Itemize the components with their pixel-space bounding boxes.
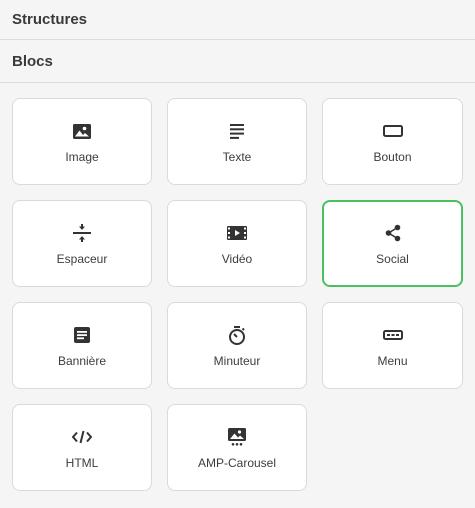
section-structures[interactable]: Structures (0, 0, 475, 40)
section-blocs[interactable]: Blocs (0, 40, 475, 83)
image-icon (72, 121, 92, 141)
block-video[interactable]: Vidéo (167, 200, 307, 287)
carousel-icon (227, 427, 247, 447)
block-label: Bannière (57, 354, 107, 368)
menu-icon (382, 325, 403, 345)
block-label: Texte (222, 150, 252, 164)
block-label: Menu (377, 354, 408, 368)
banner-icon (72, 325, 92, 345)
code-icon (72, 427, 92, 447)
block-timer[interactable]: Minuteur (167, 302, 307, 389)
blocks-panel: Structures Blocs Image Texte Bouton Espa… (0, 0, 475, 508)
block-amp-carousel[interactable]: AMP-Carousel (167, 404, 307, 491)
block-menu[interactable]: Menu (322, 302, 463, 389)
spacer-icon (72, 223, 92, 243)
block-image[interactable]: Image (12, 98, 152, 185)
block-label: HTML (65, 456, 99, 470)
block-label: Espaceur (56, 252, 108, 266)
block-spacer[interactable]: Espaceur (12, 200, 152, 287)
section-blocs-title: Blocs (12, 52, 53, 70)
block-label: Social (376, 252, 409, 266)
block-banner[interactable]: Bannière (12, 302, 152, 389)
block-text[interactable]: Texte (167, 98, 307, 185)
block-label: Bouton (373, 150, 412, 164)
button-icon (382, 121, 403, 141)
block-label: Minuteur (213, 354, 261, 368)
text-lines-icon (227, 121, 247, 141)
block-button[interactable]: Bouton (322, 98, 463, 185)
share-icon (383, 223, 403, 243)
block-label: AMP-Carousel (197, 456, 277, 470)
blocks-grid: Image Texte Bouton Espaceur Vidéo Social… (12, 98, 463, 491)
block-label: Image (65, 150, 99, 164)
block-label: Vidéo (221, 252, 253, 266)
block-html[interactable]: HTML (12, 404, 152, 491)
block-social[interactable]: Social (322, 200, 463, 287)
video-icon (227, 223, 247, 243)
section-structures-title: Structures (12, 11, 88, 28)
timer-icon (227, 325, 247, 345)
